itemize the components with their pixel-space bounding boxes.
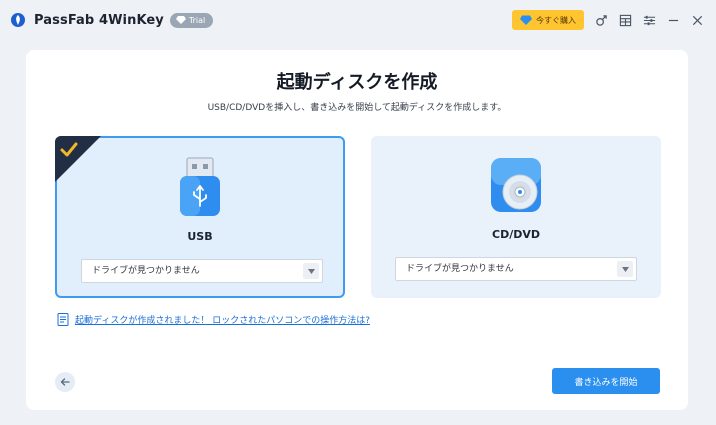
menu-grid-icon[interactable] [618, 13, 632, 27]
user-icon[interactable] [594, 13, 608, 27]
app-title: PassFab 4WinKey [34, 12, 164, 28]
chevron-down-icon[interactable] [617, 261, 633, 277]
usb-option-label: USB [187, 230, 213, 243]
page-title: 起動ディスクを作成 [276, 72, 438, 93]
cd-dvd-icon [491, 158, 541, 212]
close-icon[interactable] [690, 13, 704, 27]
usb-drive-select-value: ドライブが見つかりません [92, 266, 200, 276]
buy-now-button[interactable]: 今すぐ購入 [512, 10, 584, 30]
help-link[interactable]: 起動ディスクが作成されました！ ロックされたパソコンでの操作方法は? [57, 313, 370, 326]
settings-sliders-icon[interactable] [642, 13, 656, 27]
buy-now-label: 今すぐ購入 [536, 15, 576, 25]
minimize-icon[interactable] [666, 13, 680, 27]
page-subtitle: USB/CD/DVDを挿入し、書き込みを開始して起動ディスクを作成します。 [207, 103, 507, 113]
trial-label: Trial [188, 15, 206, 25]
document-icon [57, 313, 69, 326]
app-logo-icon [11, 13, 25, 27]
title-bar: PassFab 4WinKey Trial 今すぐ購入 [0, 0, 716, 40]
cd-dvd-drive-select-value: ドライブが見つかりません [406, 264, 514, 274]
check-icon [60, 142, 78, 157]
help-link-text[interactable]: 起動ディスクが作成されました！ ロックされたパソコンでの操作方法は? [75, 313, 370, 326]
usb-drive-icon [180, 157, 220, 216]
back-button[interactable] [55, 372, 75, 392]
chevron-down-icon[interactable] [303, 263, 319, 279]
main-card: 起動ディスクを作成 USB/CD/DVDを挿入し、書き込みを開始して起動ディスク… [26, 50, 688, 410]
usb-drive-select[interactable]: ドライブが見つかりません [81, 259, 323, 283]
selected-corner [55, 136, 101, 182]
start-writing-button[interactable]: 書き込みを開始 [552, 368, 660, 394]
cd-dvd-option-card[interactable]: CD/DVD ドライブが見つかりません [371, 136, 661, 298]
diamond-icon [175, 16, 186, 24]
arrow-left-icon [60, 378, 70, 386]
cd-dvd-option-label: CD/DVD [492, 228, 540, 241]
usb-option-card[interactable]: USB ドライブが見つかりません [55, 136, 345, 298]
diamond-icon [520, 15, 532, 25]
titlebar-controls: 今すぐ購入 [512, 10, 704, 30]
cd-dvd-drive-select[interactable]: ドライブが見つかりません [395, 257, 637, 281]
trial-badge: Trial [169, 12, 214, 28]
